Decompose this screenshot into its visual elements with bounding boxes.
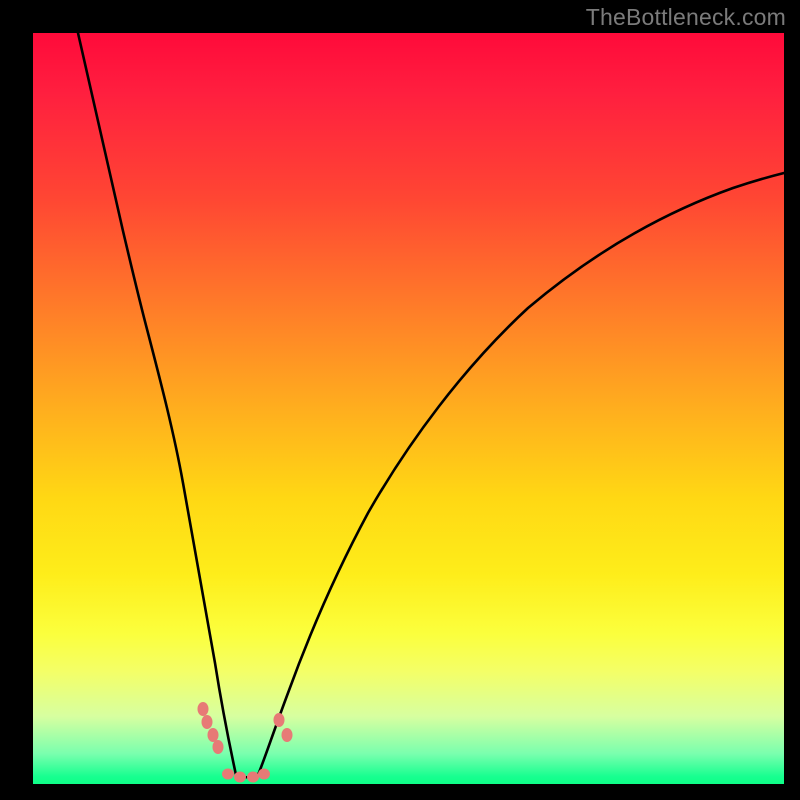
curve-left-branch bbox=[78, 33, 236, 775]
floor-marker-1 bbox=[222, 769, 234, 780]
curve-right-branch bbox=[258, 173, 784, 775]
left-lower-marker-1 bbox=[208, 728, 219, 742]
curve-layer bbox=[33, 33, 784, 784]
floor-marker-4 bbox=[258, 769, 270, 780]
right-upper-marker-1 bbox=[274, 713, 285, 727]
left-lower-marker-2 bbox=[213, 740, 224, 754]
floor-marker-2 bbox=[234, 772, 246, 783]
left-upper-marker-1 bbox=[198, 702, 209, 716]
watermark-text: TheBottleneck.com bbox=[586, 4, 786, 31]
floor-marker-3 bbox=[247, 772, 259, 783]
plot-area bbox=[33, 33, 784, 784]
right-upper-marker-2 bbox=[282, 728, 293, 742]
valley-marker-group bbox=[198, 702, 293, 783]
left-upper-marker-2 bbox=[202, 715, 213, 729]
chart-frame: TheBottleneck.com bbox=[0, 0, 800, 800]
